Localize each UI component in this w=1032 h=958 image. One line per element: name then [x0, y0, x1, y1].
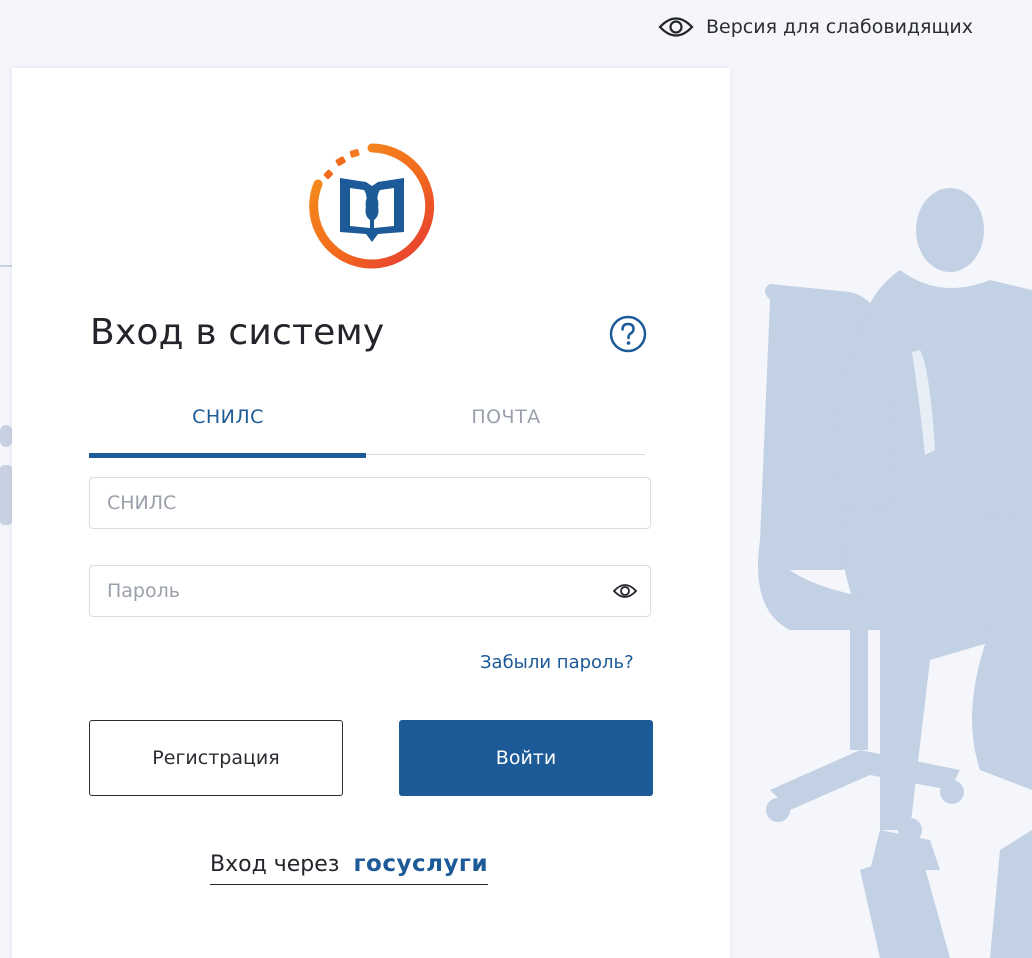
tab-mail[interactable]: ПОЧТА [367, 406, 645, 428]
book-logo-icon [309, 143, 435, 269]
snils-input[interactable] [89, 477, 651, 529]
register-button[interactable]: Регистрация [89, 720, 343, 796]
login-card: Вход в систему СНИЛС ПОЧТА Забыли пароль… [12, 68, 730, 958]
accessibility-version-label: Версия для слабовидящих [706, 16, 973, 38]
page-title: Вход в систему [90, 312, 385, 353]
login-page: Версия для слабовидящих Вход в систему С… [0, 0, 1032, 958]
accessibility-version-link[interactable]: Версия для слабовидящих [658, 16, 973, 38]
question-circle-icon [609, 315, 647, 353]
gosuslugi-login-link[interactable]: Вход через госуслуги [210, 844, 489, 885]
login-method-tabs: СНИЛС ПОЧТА [89, 400, 645, 458]
help-button[interactable] [608, 314, 648, 354]
login-button[interactable]: Войти [399, 720, 653, 796]
gosuslugi-brand: госуслуги [353, 851, 489, 877]
password-input[interactable] [89, 565, 651, 617]
eye-icon [612, 584, 638, 598]
tab-snils[interactable]: СНИЛС [89, 406, 367, 428]
gosuslugi-prefix: Вход через [210, 851, 340, 877]
eye-icon [658, 16, 694, 38]
background-illustration [758, 188, 1032, 958]
forgot-password-link[interactable]: Забыли пароль? [480, 652, 634, 673]
background-illustration-fragment [0, 265, 12, 525]
active-tab-indicator [89, 453, 366, 458]
show-password-toggle[interactable] [612, 580, 638, 602]
